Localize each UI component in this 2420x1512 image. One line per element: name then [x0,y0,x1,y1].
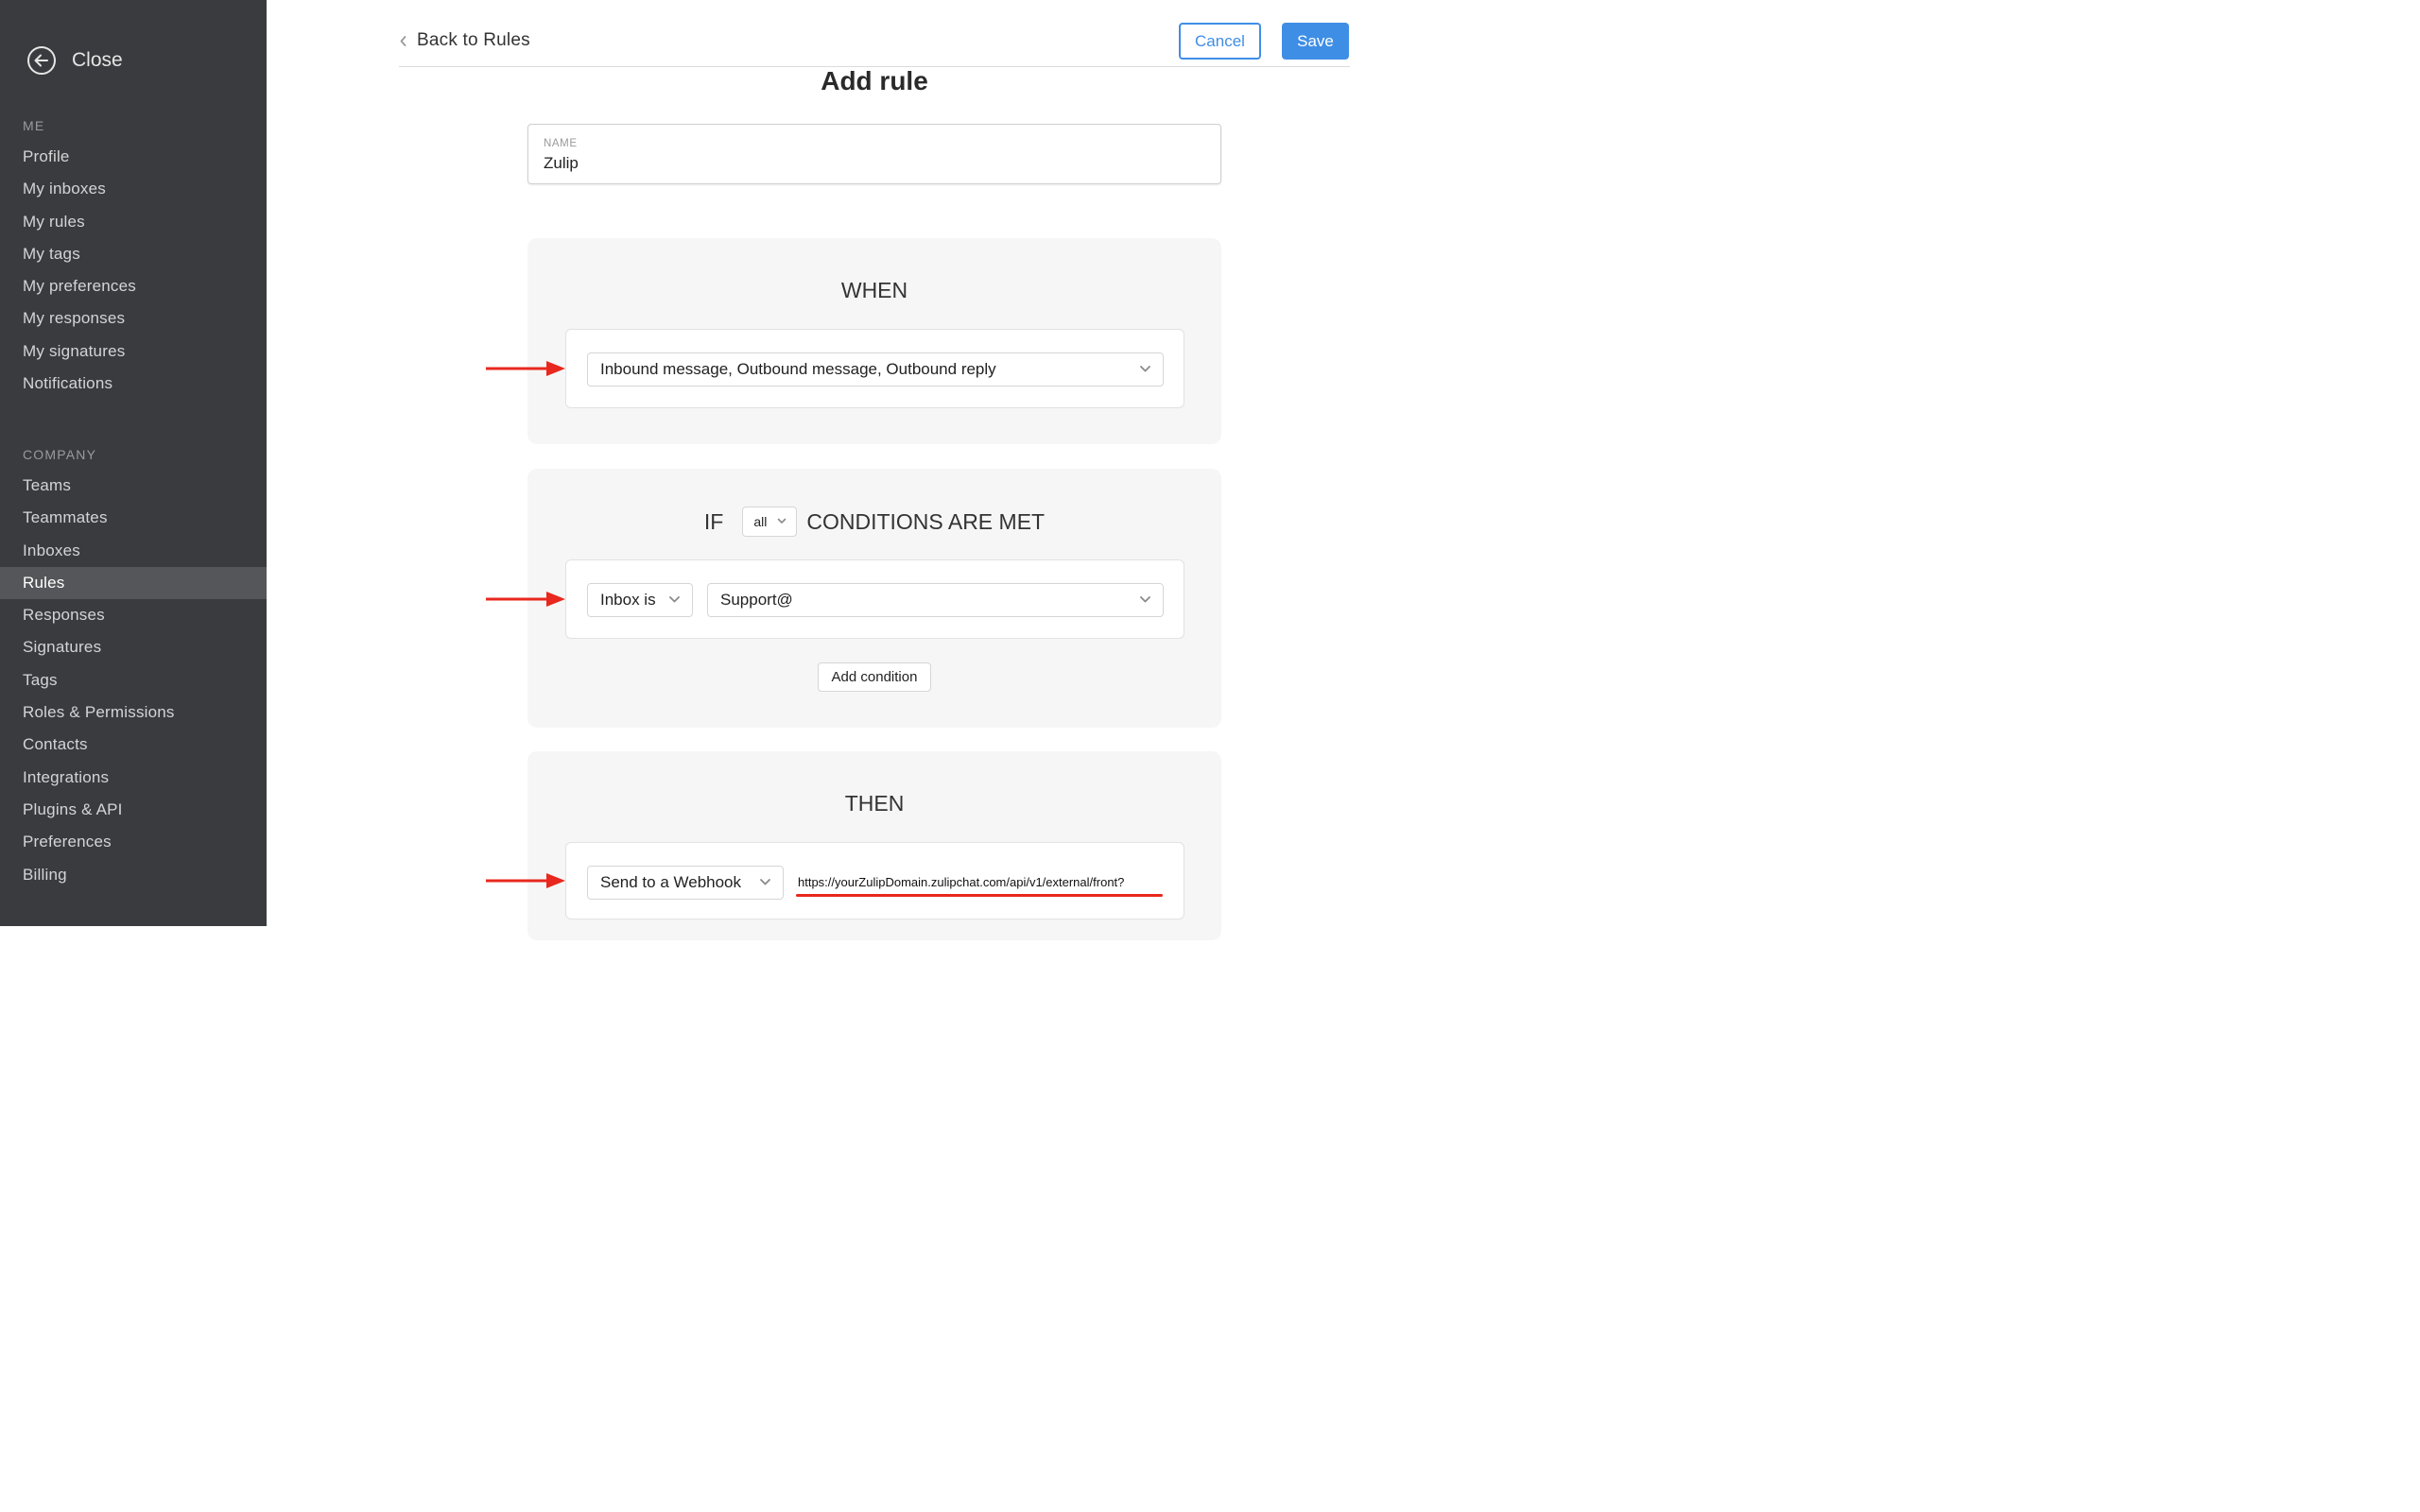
top-bar: Back to Rules Cancel Save [399,21,1350,67]
close-label: Close [72,49,123,71]
condition-field-select[interactable]: Inbox is [587,583,693,617]
condition-value-text: Support@ [720,591,793,609]
sidebar-item-my-inboxes[interactable]: My inboxes [0,173,267,205]
nav-list-company: Teams Teammates Inboxes Rules Responses … [0,470,267,891]
add-condition-button[interactable]: Add condition [818,662,931,692]
close-button[interactable]: Close [26,45,123,76]
section-title-company: COMPANY [23,447,97,462]
sidebar-item-roles-permissions[interactable]: Roles & Permissions [0,696,267,729]
chevron-down-icon [778,518,786,524]
match-mode-value: all [753,514,768,529]
red-arrow-icon [486,873,565,888]
back-to-rules-link[interactable]: Back to Rules [399,30,530,51]
action-select[interactable]: Send to a Webhook [587,866,784,900]
when-card: Inbound message, Outbound message, Outbo… [565,329,1184,408]
sidebar-item-preferences[interactable]: Preferences [0,826,267,858]
trigger-select-value: Inbound message, Outbound message, Outbo… [600,360,996,378]
sidebar-item-plugins-api[interactable]: Plugins & API [0,794,267,826]
sidebar-item-my-tags[interactable]: My tags [0,238,267,270]
sidebar-item-tags[interactable]: Tags [0,664,267,696]
section-title-me: ME [23,118,45,133]
then-panel: THEN Send to a Webhook https://yourZulip… [527,751,1221,940]
red-arrow-icon [486,361,565,376]
sidebar-item-my-preferences[interactable]: My preferences [0,270,267,302]
action-card: Send to a Webhook https://yourZulipDomai… [565,842,1184,919]
conditions-word: CONDITIONS ARE MET [806,508,1046,534]
if-word: IF [703,508,724,534]
sidebar-item-my-signatures[interactable]: My signatures [0,335,267,368]
rule-name-label: NAME [544,138,578,149]
sidebar-item-notifications[interactable]: Notifications [0,368,267,400]
when-heading: WHEN [840,278,908,302]
settings-sidebar: Close ME Profile My inboxes My rules My … [0,0,267,926]
match-mode-select[interactable]: all [742,507,798,537]
if-heading-row: IF all CONDITIONS ARE MET [527,507,1221,537]
red-underline-annotation [796,894,1163,897]
sidebar-item-my-rules[interactable]: My rules [0,206,267,238]
sidebar-item-teams[interactable]: Teams [0,470,267,502]
rule-name-input[interactable] [544,154,1196,173]
condition-value-select[interactable]: Support@ [707,583,1164,617]
sidebar-item-responses[interactable]: Responses [0,599,267,631]
condition-card: Inbox is Support@ [565,559,1184,639]
chevron-down-icon [760,879,770,885]
sidebar-item-contacts[interactable]: Contacts [0,729,267,761]
save-button[interactable]: Save [1282,23,1349,60]
sidebar-item-signatures[interactable]: Signatures [0,631,267,663]
sidebar-item-billing[interactable]: Billing [0,859,267,891]
trigger-select[interactable]: Inbound message, Outbound message, Outbo… [587,352,1164,387]
then-heading: THEN [844,791,905,816]
page-title: Add rule [821,66,928,95]
sidebar-item-integrations[interactable]: Integrations [0,762,267,794]
sidebar-item-teammates[interactable]: Teammates [0,502,267,534]
condition-field-value: Inbox is [600,591,656,609]
nav-list-me: Profile My inboxes My rules My tags My p… [0,141,267,400]
red-arrow-icon [486,592,565,607]
when-panel: WHEN Inbound message, Outbound message, … [527,238,1221,444]
chevron-down-icon [1140,366,1150,372]
sidebar-item-profile[interactable]: Profile [0,141,267,173]
chevron-down-icon [1140,596,1150,603]
webhook-url-input[interactable]: https://yourZulipDomain.zulipchat.com/ap… [798,875,1124,889]
sidebar-item-my-responses[interactable]: My responses [0,302,267,335]
sidebar-item-inboxes[interactable]: Inboxes [0,535,267,567]
action-select-value: Send to a Webhook [600,873,742,891]
arrow-left-circle-icon [27,46,56,75]
back-label: Back to Rules [417,30,530,50]
sidebar-item-rules[interactable]: Rules [0,566,267,600]
rule-name-field[interactable]: NAME [527,124,1221,184]
chevron-left-icon [400,35,406,46]
if-panel: IF all CONDITIONS ARE MET Inbox is Suppo… [527,469,1221,728]
cancel-button[interactable]: Cancel [1179,23,1261,60]
chevron-down-icon [669,596,680,603]
